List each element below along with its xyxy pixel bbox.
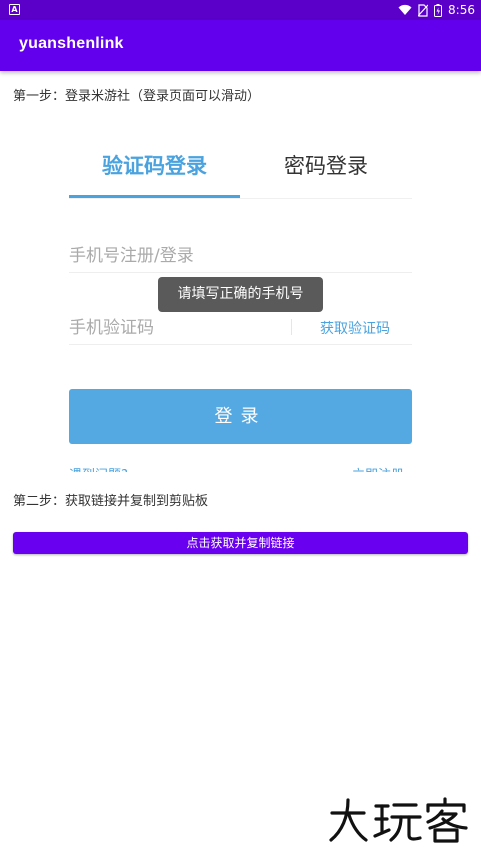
tab-password-login[interactable]: 密码登录 [240, 150, 412, 194]
copy-link-button[interactable]: 点击获取并复制链接 [13, 532, 468, 554]
app-bar: yuanshenlink [0, 20, 481, 71]
phone-input[interactable]: 手机号注册/登录 [69, 229, 412, 273]
app-title: yuanshenlink [19, 35, 124, 52]
get-code-button[interactable]: 获取验证码 [320, 318, 390, 338]
battery-icon [434, 3, 443, 17]
clock: 8:56 [448, 3, 475, 17]
sms-code-placeholder: 手机验证码 [69, 318, 154, 338]
wifi-icon [398, 4, 412, 15]
phone-placeholder: 手机号注册/登录 [69, 246, 194, 266]
toast-message: 请填写正确的手机号 [158, 277, 323, 312]
no-sim-icon [418, 3, 429, 17]
notification-icon: A [9, 4, 20, 15]
code-separator [291, 319, 292, 335]
status-icons: 8:56 [398, 0, 475, 20]
watermark-logo [329, 797, 468, 843]
status-bar: A 8:56 [0, 0, 481, 20]
step2-instruction: 第二步：获取链接并复制到剪贴板 [13, 494, 209, 509]
tab-sms-login[interactable]: 验证码登录 [69, 150, 240, 194]
login-button[interactable]: 登录 [69, 389, 412, 444]
register-link[interactable]: 立即注册 [352, 464, 404, 472]
help-link[interactable]: 遇到问题? [69, 464, 128, 472]
tab-divider [69, 198, 412, 199]
